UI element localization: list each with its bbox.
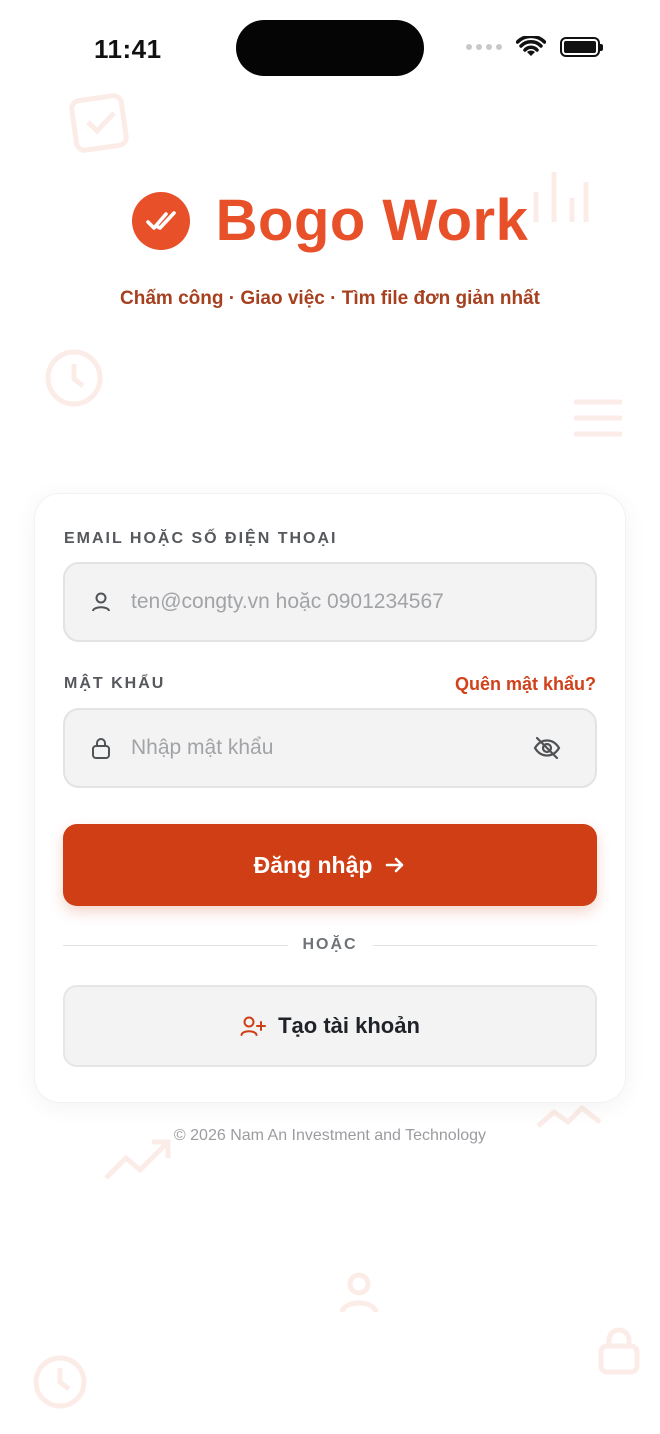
forgot-password-link[interactable]: Quên mật khẩu? [455,674,596,695]
battery-icon [560,37,603,57]
clock-decor-icon [45,349,103,407]
checkbox-decor-icon [69,93,129,153]
password-label: MẬT KHẨU [64,675,166,692]
lock-icon [89,736,113,760]
user-icon [89,590,113,614]
lock-decor-icon [598,1327,640,1375]
email-label: EMAIL HOẶC SỐ ĐIỆN THOẠI [64,530,338,547]
user-plus-icon [240,1016,267,1036]
brand-header: Bogo Work [0,192,660,250]
status-icons [466,36,603,58]
login-button-label: Đăng nhập [253,851,373,878]
arrow-right-icon [386,857,404,873]
clock-decor-icon-2 [33,1355,87,1409]
wifi-icon [516,36,546,56]
create-account-button[interactable]: Tạo tài khoản [63,985,597,1067]
cellular-signal-icon [466,44,502,50]
password-input[interactable] [129,735,533,761]
dynamic-island [236,20,424,76]
password-field[interactable] [63,708,597,788]
login-button[interactable]: Đăng nhập [63,824,597,906]
email-field[interactable] [63,562,597,642]
divider-line-right [373,945,597,946]
eye-off-icon[interactable] [533,734,561,762]
app-title: Bogo Work [215,188,529,253]
create-account-label: Tạo tài khoản [278,1013,420,1038]
status-time: 11:41 [94,34,162,64]
footer-copyright: © 2026 Nam An Investment and Technology [173,1127,487,1144]
double-check-icon [131,192,190,250]
users-decor-icon [339,1272,379,1314]
tagline: Chấm công · Giao việc · Tìm file đơn giả… [120,288,540,309]
list-decor-icon [574,399,622,437]
email-input[interactable] [129,589,595,615]
